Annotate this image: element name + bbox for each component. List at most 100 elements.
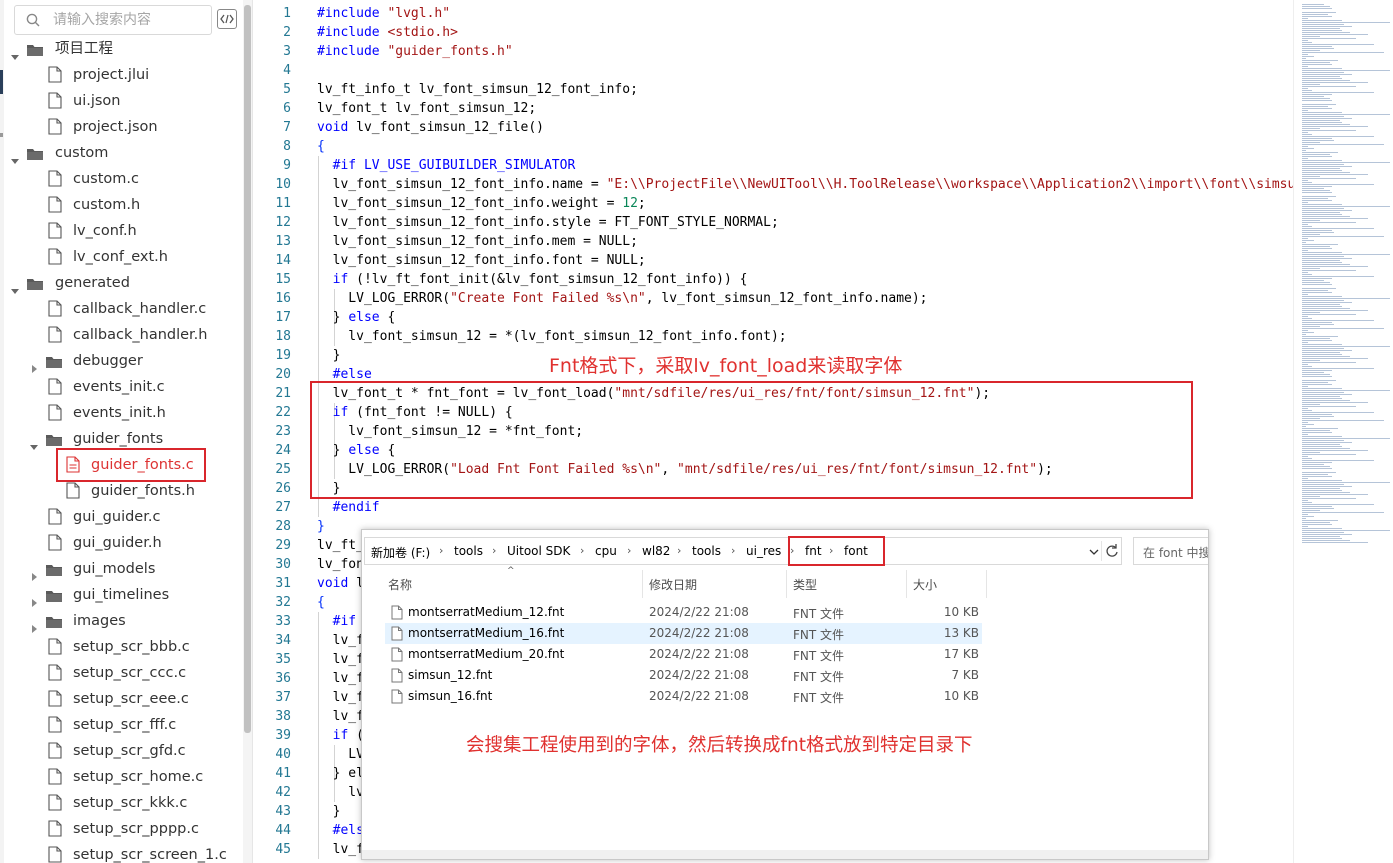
tree-folder[interactable]: debugger bbox=[0, 348, 242, 374]
chevron-right-icon[interactable] bbox=[29, 591, 39, 607]
file-row[interactable]: montserratMedium_20.fnt 2024/2/22 21:08 FN… bbox=[385, 644, 982, 665]
tree-file[interactable]: gui_guider.h bbox=[0, 530, 242, 556]
code-line[interactable]: { bbox=[317, 137, 325, 156]
tree-folder[interactable]: 项目工程 bbox=[0, 36, 242, 62]
chevron-down-icon[interactable] bbox=[10, 45, 20, 60]
code-line[interactable]: } bbox=[317, 517, 325, 536]
breadcrumb-item[interactable]: 新加卷 (F:) bbox=[371, 544, 430, 561]
code-line[interactable]: lv_f bbox=[317, 669, 364, 688]
chevron-right-icon[interactable] bbox=[29, 565, 39, 581]
code-view-button[interactable] bbox=[217, 9, 237, 29]
column-divider[interactable] bbox=[786, 570, 787, 598]
file-row[interactable]: montserratMedium_16.fnt 2024/2/22 21:08 FN… bbox=[385, 623, 982, 644]
code-line[interactable]: lv_ft_info_t lv_font_simsun_12_font_info… bbox=[317, 80, 638, 99]
column-divider[interactable] bbox=[986, 570, 987, 598]
code-line[interactable]: lv_font_simsun_12_font_info.mem = NULL; bbox=[317, 232, 638, 251]
code-line[interactable]: lv_fon bbox=[317, 555, 364, 574]
breadcrumb-item[interactable]: ui_res bbox=[746, 544, 781, 558]
breadcrumb-item[interactable]: tools bbox=[454, 544, 483, 558]
code-line[interactable]: lv_f bbox=[317, 688, 364, 707]
sidebar-scrollbar-thumb[interactable] bbox=[244, 5, 251, 733]
tree-file[interactable]: setup_scr_ccc.c bbox=[0, 660, 242, 686]
tree-file[interactable]: callback_handler.c bbox=[0, 296, 242, 322]
code-line[interactable]: lv_f bbox=[317, 840, 364, 859]
search-box[interactable] bbox=[14, 5, 212, 35]
tree-file[interactable]: lv_conf_ext.h bbox=[0, 244, 242, 270]
tree-file[interactable]: setup_scr_eee.c bbox=[0, 686, 242, 712]
code-line[interactable]: lv_font_simsun_12 = *(lv_font_simsun_12_… bbox=[317, 327, 786, 346]
code-line[interactable]: } else { bbox=[317, 308, 396, 327]
chevron-right-icon[interactable] bbox=[29, 617, 39, 633]
code-line[interactable]: } bbox=[317, 802, 341, 821]
address-bar[interactable]: 新加卷 (F:) › tools › Uitool SDK › cpu › wl82 › tools… bbox=[364, 537, 1122, 565]
chevron-down-icon[interactable] bbox=[29, 435, 39, 450]
chevron-down-icon[interactable] bbox=[1087, 545, 1101, 559]
tree-file[interactable]: setup_scr_screen_1.c bbox=[0, 842, 242, 863]
code-line[interactable]: #include <stdio.h> bbox=[317, 23, 458, 42]
file-row[interactable]: simsun_12.fnt 2024/2/22 21:08 FNT 文件 7 KB bbox=[385, 665, 982, 686]
file-row[interactable]: montserratMedium_12.fnt 2024/2/22 21:08 FN… bbox=[385, 602, 982, 623]
tree-file[interactable]: gui_guider.c bbox=[0, 504, 242, 530]
code-line[interactable]: #if bbox=[317, 612, 356, 631]
code-line[interactable]: lv_font_simsun_12_font_info.name = "E:\\… bbox=[317, 175, 1293, 194]
tree-file[interactable]: setup_scr_gfd.c bbox=[0, 738, 242, 764]
search-input[interactable] bbox=[53, 10, 203, 30]
code-line[interactable]: void l bbox=[317, 574, 364, 593]
tree-file[interactable]: callback_handler.h bbox=[0, 322, 242, 348]
breadcrumb-item[interactable]: wl82 bbox=[642, 544, 670, 558]
code-line[interactable]: LV bbox=[317, 745, 364, 764]
code-line[interactable]: LV_LOG_ERROR("Create Font Failed %s\n", … bbox=[317, 289, 927, 308]
tree-folder[interactable]: gui_timelines bbox=[0, 582, 242, 608]
breadcrumb-separator-icon[interactable]: › bbox=[731, 544, 735, 557]
tree-folder[interactable]: images bbox=[0, 608, 242, 634]
column-divider[interactable] bbox=[906, 570, 907, 598]
horizontal-scrollbar[interactable] bbox=[362, 850, 1208, 859]
tree-file[interactable]: custom.c bbox=[0, 166, 242, 192]
tree-folder[interactable]: generated bbox=[0, 270, 242, 296]
tree-file[interactable]: project.json bbox=[0, 114, 242, 140]
folder-search-input[interactable]: 在 font 中搜索 bbox=[1133, 537, 1208, 565]
tree-file[interactable]: setup_scr_pppp.c bbox=[0, 816, 242, 842]
code-line[interactable]: lv_f bbox=[317, 650, 364, 669]
code-line[interactable]: { bbox=[317, 593, 325, 612]
column-header-size[interactable]: 大小 bbox=[913, 576, 937, 593]
tree-folder[interactable]: gui_models bbox=[0, 556, 242, 582]
breadcrumb-separator-icon[interactable]: › bbox=[580, 544, 584, 557]
code-line[interactable]: lv_font_t lv_font_simsun_12; bbox=[317, 99, 536, 118]
tree-file[interactable]: setup_scr_home.c bbox=[0, 764, 242, 790]
breadcrumb-item[interactable]: tools bbox=[692, 544, 721, 558]
code-line[interactable]: lv bbox=[317, 783, 364, 802]
tree-folder[interactable]: custom bbox=[0, 140, 242, 166]
file-row[interactable]: simsun_16.fnt 2024/2/22 21:08 FNT 文件 10 KB bbox=[385, 686, 982, 707]
tree-file[interactable]: ui.json bbox=[0, 88, 242, 114]
tree-file[interactable]: custom.h bbox=[0, 192, 242, 218]
column-header-type[interactable]: 类型 bbox=[793, 576, 817, 593]
column-header-name[interactable]: 名称 bbox=[388, 576, 412, 593]
code-line[interactable]: lv_ft_ bbox=[317, 536, 364, 555]
code-line[interactable]: #endif bbox=[317, 498, 380, 517]
code-line[interactable]: lv_font_simsun_12_font_info.font = NULL; bbox=[317, 251, 646, 270]
code-line[interactable]: lv_font_simsun_12_font_info.style = FT_F… bbox=[317, 213, 779, 232]
chevron-down-icon[interactable] bbox=[10, 149, 20, 164]
chevron-down-icon[interactable] bbox=[10, 279, 20, 294]
code-line[interactable]: } bbox=[317, 346, 341, 365]
code-line[interactable]: #include "lvgl.h" bbox=[317, 4, 450, 23]
code-line[interactable]: lv_f bbox=[317, 707, 364, 726]
column-divider[interactable] bbox=[642, 570, 643, 598]
breadcrumb-separator-icon[interactable]: › bbox=[677, 544, 681, 557]
tree-file[interactable]: setup_scr_kkk.c bbox=[0, 790, 242, 816]
code-line[interactable]: if (!lv_ft_font_init(&lv_font_simsun_12_… bbox=[317, 270, 748, 289]
breadcrumb-separator-icon[interactable]: › bbox=[439, 544, 443, 557]
tree-file[interactable]: lv_conf.h bbox=[0, 218, 242, 244]
breadcrumb-separator-icon[interactable]: › bbox=[492, 544, 496, 557]
code-line[interactable]: if ( bbox=[317, 726, 364, 745]
code-line[interactable]: void lv_font_simsun_12_file() bbox=[317, 118, 544, 137]
breadcrumb-item[interactable]: cpu bbox=[595, 544, 617, 558]
code-line[interactable]: #include "guider_fonts.h" bbox=[317, 42, 513, 61]
tree-file[interactable]: project.jlui bbox=[0, 62, 242, 88]
column-header-date[interactable]: 修改日期 bbox=[649, 576, 697, 593]
code-line[interactable]: #if LV_USE_GUIBUILDER_SIMULATOR bbox=[317, 156, 576, 175]
sidebar-scrollbar[interactable] bbox=[243, 0, 252, 863]
refresh-button[interactable] bbox=[1101, 541, 1121, 561]
tree-file[interactable]: events_init.h bbox=[0, 400, 242, 426]
